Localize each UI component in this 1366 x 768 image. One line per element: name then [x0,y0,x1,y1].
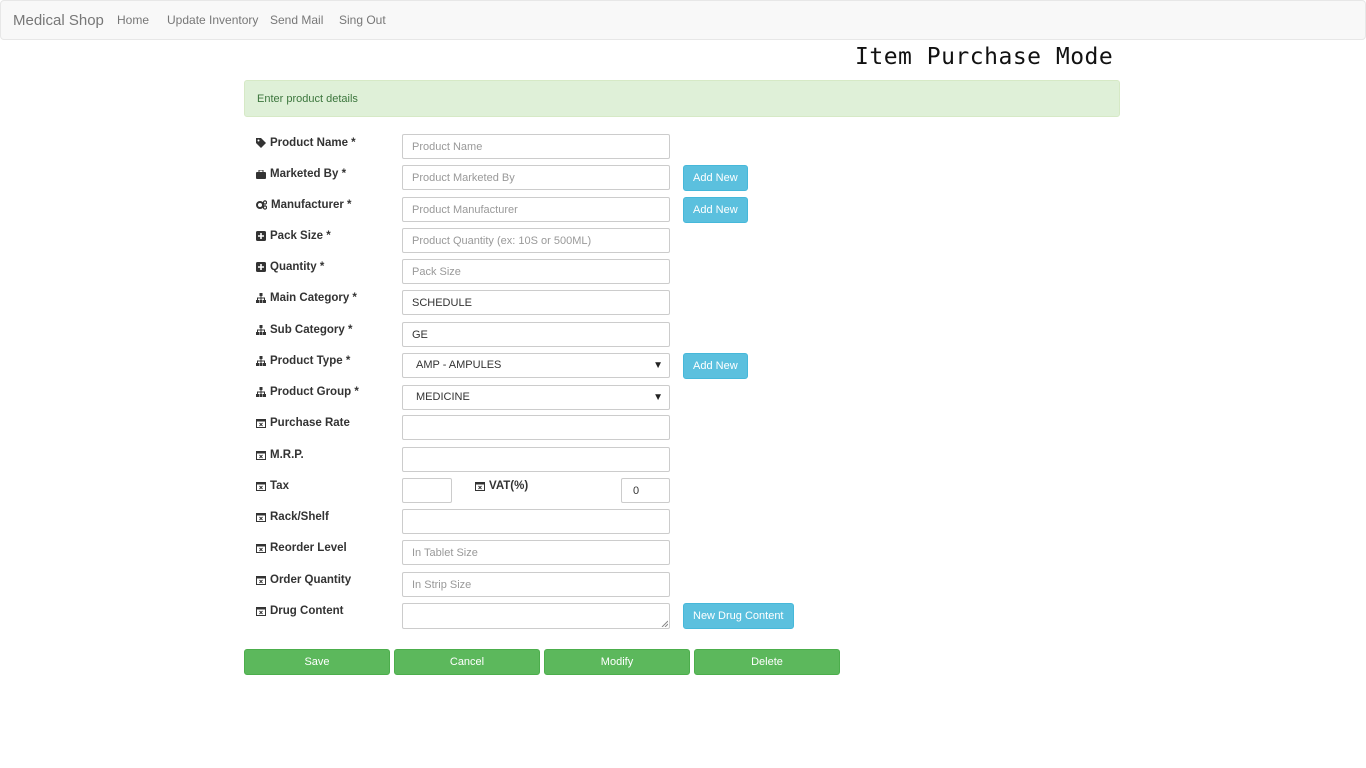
purchase-rate-label: Purchase Rate [256,416,350,430]
sub-category-label: Sub Category * [256,323,352,337]
calendar-icon [256,576,266,585]
sitemap-icon [256,387,266,397]
drug-content-textarea[interactable] [402,603,670,629]
page-title: Item Purchase Mode [855,44,1114,70]
main-category-row: Main Category * [0,290,1366,316]
rack-shelf-input[interactable] [402,509,670,534]
mrp-row: M.R.P. [0,447,1366,473]
delete-button[interactable]: Delete [694,649,840,675]
pack-size-label: Pack Size * [256,229,331,243]
plus-square-icon [256,231,266,241]
manufacturer-input[interactable] [402,197,670,222]
order-quantity-input[interactable] [402,572,670,597]
briefcase-icon [256,169,266,179]
nav-update-inventory[interactable]: Update Inventory [167,13,258,27]
marketed-by-row: Marketed By * Add New [0,165,1366,191]
chevron-down-icon: ▼ [653,392,663,403]
manufacturer-label: Manufacturer * [256,198,352,212]
tax-row: Tax VAT(%) [0,478,1366,504]
tax-input[interactable] [402,478,452,503]
marketed-by-input[interactable] [402,165,670,190]
product-group-row: Product Group * MEDICINE ▼ [0,385,1366,411]
drug-content-row: Drug Content New Drug Content [0,603,1366,629]
quantity-row: Quantity * [0,259,1366,285]
rack-shelf-label: Rack/Shelf [256,510,329,524]
product-type-row: Product Type * AMP - AMPULES ▼ Add New [0,353,1366,379]
sitemap-icon [256,356,266,366]
purchase-rate-row: Purchase Rate [0,415,1366,441]
new-drug-content-button[interactable]: New Drug Content [683,603,794,629]
calendar-icon [256,513,266,522]
purchase-rate-input[interactable] [402,415,670,440]
sitemap-icon [256,325,266,335]
product-type-label: Product Type * [256,354,350,368]
product-group-value: MEDICINE [416,391,470,403]
product-name-row: Product Name * [0,134,1366,160]
product-name-input[interactable] [402,134,670,159]
product-name-label: Product Name * [256,136,356,150]
brand-link[interactable]: Medical Shop [13,12,104,29]
order-quantity-row: Order Quantity [0,572,1366,598]
nav-home[interactable]: Home [117,13,149,27]
calendar-icon [256,544,266,553]
calendar-icon [475,482,485,491]
reorder-level-label: Reorder Level [256,541,347,555]
main-category-label: Main Category * [256,291,357,305]
tag-icon [256,138,266,148]
cogs-icon [256,200,267,210]
drug-content-label: Drug Content [256,604,343,618]
reorder-level-row: Reorder Level [0,540,1366,566]
mrp-input[interactable] [402,447,670,472]
quantity-input[interactable] [402,259,670,284]
navbar: Medical Shop Home Update Inventory Send … [0,0,1366,40]
calendar-icon [256,419,266,428]
plus-square-icon [256,262,266,272]
sub-category-row: Sub Category * [0,322,1366,348]
product-group-select[interactable]: MEDICINE ▼ [402,385,670,410]
tax-label: Tax [256,479,289,493]
product-group-label: Product Group * [256,385,359,399]
save-button[interactable]: Save [244,649,390,675]
add-manufacturer-button[interactable]: Add New [683,197,748,223]
order-quantity-label: Order Quantity [256,573,351,587]
pack-size-row: Pack Size * [0,228,1366,254]
modify-button[interactable]: Modify [544,649,690,675]
vat-input[interactable] [621,478,670,503]
pack-size-input[interactable] [402,228,670,253]
nav-send-mail[interactable]: Send Mail [270,13,323,27]
manufacturer-row: Manufacturer * Add New [0,197,1366,223]
add-product-type-button[interactable]: Add New [683,353,748,379]
cancel-button[interactable]: Cancel [394,649,540,675]
quantity-label: Quantity * [256,260,324,274]
vat-label: VAT(%) [475,479,528,493]
mrp-label: M.R.P. [256,448,304,462]
calendar-icon [256,451,266,460]
main-category-input[interactable] [402,290,670,315]
nav-sign-out[interactable]: Sing Out [339,13,386,27]
sub-category-input[interactable] [402,322,670,347]
add-marketed-by-button[interactable]: Add New [683,165,748,191]
calendar-icon [256,482,266,491]
resize-grip-icon[interactable] [661,620,668,627]
info-alert: Enter product details [244,80,1120,117]
chevron-down-icon: ▼ [653,360,663,371]
product-type-select[interactable]: AMP - AMPULES ▼ [402,353,670,378]
sitemap-icon [256,293,266,303]
reorder-level-input[interactable] [402,540,670,565]
product-type-value: AMP - AMPULES [416,359,502,371]
marketed-by-label: Marketed By * [256,167,346,181]
rack-shelf-row: Rack/Shelf [0,509,1366,535]
calendar-icon [256,607,266,616]
